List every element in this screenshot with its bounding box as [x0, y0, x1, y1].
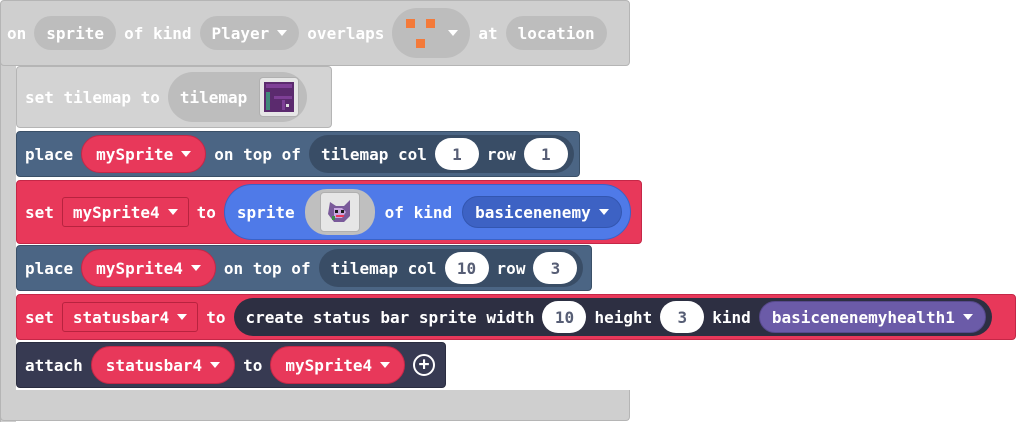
- variable-value: mySprite4: [72, 202, 160, 222]
- overlaps-label: overlaps: [307, 23, 385, 43]
- location-variable-pill[interactable]: location: [505, 16, 607, 50]
- sprite-variable-value: mySprite: [96, 144, 174, 164]
- attach-statusbar-block[interactable]: attach statusbar4 to mySprite4 +: [16, 342, 446, 388]
- kind-dropdown[interactable]: Player: [199, 16, 300, 50]
- place-sprite-block-1[interactable]: place mySprite on top of tilemap col 1 r…: [16, 131, 580, 177]
- create-sprite-reporter[interactable]: sprite of kind basicenenemy: [223, 184, 631, 240]
- tile-pattern-icon: [406, 19, 436, 48]
- sprite-variable-dropdown[interactable]: mySprite4: [270, 346, 406, 384]
- chevron-down-icon: [167, 209, 178, 215]
- sprite-variable-value: mySprite4: [285, 355, 373, 375]
- tilemap-location-reporter[interactable]: tilemap col 10 row 3: [318, 249, 584, 287]
- place-label: place: [25, 144, 74, 164]
- sprite-variable-dropdown[interactable]: mySprite: [81, 135, 207, 173]
- sprite-thumbnail: [319, 192, 360, 232]
- chevron-down-icon: [380, 362, 391, 368]
- to-label: to: [206, 307, 226, 327]
- width-input[interactable]: 10: [542, 301, 587, 333]
- chevron-down-icon: [598, 209, 609, 215]
- chevron-down-icon: [181, 151, 192, 157]
- event-block-spine: [0, 60, 16, 422]
- sprite-variable-value: mySprite4: [96, 258, 183, 278]
- kind-value: basicenenemy: [475, 202, 591, 222]
- tilemap-col-label: tilemap col: [330, 258, 437, 278]
- event-block-foot: [0, 390, 630, 421]
- at-label: at: [478, 23, 498, 43]
- on-label: on: [7, 23, 27, 43]
- set-statusbar-block[interactable]: set statusbar4 to create status bar spri…: [16, 294, 1016, 340]
- row-input[interactable]: 3: [533, 252, 578, 284]
- add-parameter-icon[interactable]: +: [413, 354, 436, 376]
- chevron-down-icon: [962, 314, 973, 320]
- sprite-variable-dropdown[interactable]: mySprite4: [81, 249, 216, 287]
- on-top-of-label: on top of: [223, 258, 311, 278]
- set-tilemap-to-label: set tilemap to: [25, 87, 160, 107]
- row-label: row: [486, 144, 516, 164]
- col-input[interactable]: 10: [444, 252, 489, 284]
- to-label: to: [196, 202, 216, 222]
- on-top-of-label: on top of: [214, 144, 301, 164]
- chevron-down-icon: [277, 30, 288, 36]
- attach-label: attach: [25, 355, 83, 375]
- tile-dropdown[interactable]: [392, 8, 471, 58]
- height-input[interactable]: 3: [660, 301, 705, 333]
- chevron-down-icon: [177, 314, 188, 320]
- variable-value: statusbar4: [72, 307, 170, 327]
- kind-dropdown-value: Player: [211, 23, 270, 43]
- set-label: set: [25, 307, 54, 327]
- sprite-image-picker[interactable]: [304, 189, 375, 235]
- row-label: row: [496, 258, 526, 278]
- statusbar-kind-value: basicenenemyhealth1: [771, 307, 955, 327]
- of-kind-label: of kind: [124, 23, 192, 43]
- col-input[interactable]: 1: [434, 138, 479, 170]
- tilemap-picker[interactable]: tilemap: [167, 72, 308, 122]
- sprite-label: sprite: [236, 202, 295, 222]
- sprite-variable-pill[interactable]: sprite: [34, 16, 117, 50]
- chevron-down-icon: [448, 30, 459, 36]
- chevron-down-icon: [210, 362, 221, 368]
- tilemap-label: tilemap: [179, 87, 248, 107]
- place-sprite-block-2[interactable]: place mySprite4 on top of tilemap col 10…: [16, 245, 592, 291]
- on-overlaps-location-event-block[interactable]: on sprite of kind Player overlaps at loc…: [0, 0, 630, 66]
- kind-label: kind: [712, 307, 751, 327]
- place-label: place: [25, 258, 74, 278]
- create-status-bar-label: create status bar sprite width: [245, 307, 535, 327]
- statusbar-kind-dropdown[interactable]: basicenenemyhealth1: [758, 301, 986, 333]
- tilemap-location-reporter[interactable]: tilemap col 1 row 1: [308, 135, 574, 173]
- create-status-bar-reporter[interactable]: create status bar sprite width 10 height…: [233, 298, 992, 336]
- to-label: to: [243, 355, 263, 375]
- row-input[interactable]: 1: [523, 138, 568, 170]
- of-kind-label: of kind: [384, 202, 453, 222]
- tilemap-preview-icon: [264, 82, 295, 112]
- variable-dropdown[interactable]: statusbar4: [61, 302, 199, 332]
- set-tilemap-block[interactable]: set tilemap to tilemap: [16, 66, 332, 128]
- statusbar-variable-dropdown[interactable]: statusbar4: [90, 346, 236, 384]
- set-label: set: [25, 202, 54, 222]
- set-sprite-block[interactable]: set mySprite4 to sprite of kind basicene…: [16, 180, 642, 244]
- sprite-variable-label: sprite: [46, 23, 105, 43]
- kind-dropdown[interactable]: basicenenemy: [462, 196, 622, 228]
- statusbar-variable-value: statusbar4: [105, 355, 203, 375]
- height-label: height: [594, 307, 653, 327]
- variable-dropdown[interactable]: mySprite4: [61, 197, 189, 227]
- tilemap-thumbnail: [259, 77, 300, 117]
- enemy-sprite-icon: [323, 196, 356, 228]
- location-variable-label: location: [517, 23, 595, 43]
- chevron-down-icon: [190, 265, 201, 271]
- tilemap-col-label: tilemap col: [320, 144, 427, 164]
